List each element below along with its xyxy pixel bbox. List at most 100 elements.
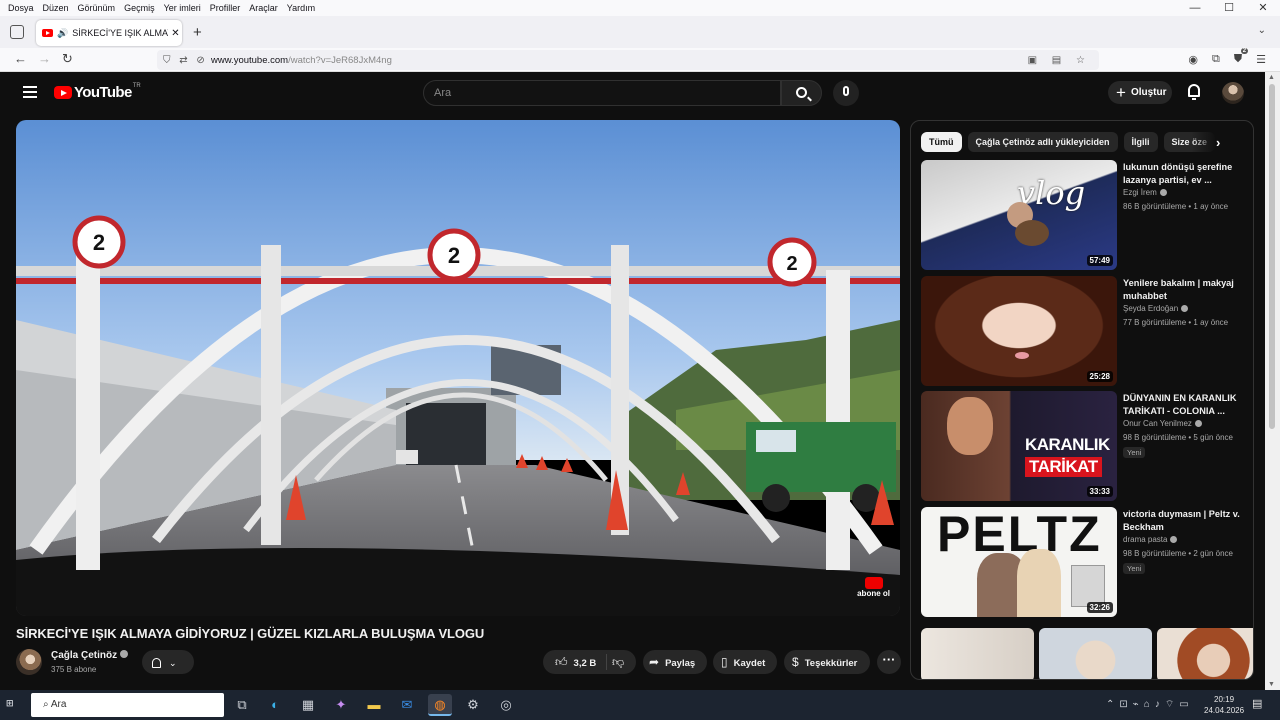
super-thanks-icon: $ [792,655,799,669]
recommendation-channel-row[interactable]: Onur Can Yenilmez [1123,419,1202,428]
firefox-icon[interactable]: ◍ [428,694,452,716]
screen-recorder-icon[interactable]: ◎ [494,694,518,716]
recommendation-item[interactable]: vlog 57:49 lukunun dönüşü şerefine lazan… [921,160,1251,270]
forward-icon[interactable]: → [38,51,51,66]
list-all-tabs-icon[interactable]: ⌄ [1258,25,1266,36]
thanks-button[interactable]: $ Teşekkürler [784,650,870,674]
youtube-header: YouTube TR Ara + Oluştur [0,72,1280,114]
video-player[interactable]: 2 2 2 abone ol [16,120,900,616]
recommendation-item[interactable]: PELTZ 32:26 victoria duymasın | Peltz v.… [921,507,1251,617]
ublock-icon[interactable]: ⛊ 2 [1234,48,1249,66]
save-button[interactable]: ▯ Kaydet [713,650,777,674]
url-bar[interactable]: ⛉ ⇄ ⊘ www.youtube.com /watch?v=JeR68JxM4… [157,50,1099,70]
clock[interactable]: 20:19 24.04.2026 [1204,694,1244,716]
tab-list-icon[interactable] [10,25,24,39]
menu-view[interactable]: Görünüm [74,3,121,13]
video-thumbnail[interactable]: KARANLIK TARİKAT 33:33 [921,391,1117,501]
channel-name[interactable]: Çağla Çetinöz [51,650,117,661]
maximize-button[interactable]: ☐ [1212,0,1246,16]
close-tab-icon[interactable]: ✕ [171,28,179,39]
notifications-icon[interactable] [1188,84,1200,100]
recommendation-title[interactable]: DÜNYANIN EN KARANLIK TARİKATI - COLONIA … [1123,392,1247,417]
user-avatar[interactable] [1222,82,1244,104]
guide-menu-icon[interactable] [23,86,37,98]
scroll-up-icon[interactable]: ▲ [1268,74,1275,81]
chevron-right-icon[interactable]: › [1216,135,1220,150]
start-button[interactable]: ⊞ [6,698,14,709]
system-tray-icons[interactable]: ⌃⊡⌁⌂♪⌔▭ [1106,698,1194,711]
browser-tab-active[interactable]: 🔊 SİRKECİ'YE IŞIK ALMAYA Gİ ✕ [36,20,182,46]
svg-text:2: 2 [448,243,460,268]
new-tab-button[interactable]: + [193,24,202,41]
extensions-icon[interactable]: ⧉ [1212,53,1220,66]
short-thumbnail[interactable] [1157,628,1253,679]
speaker-icon[interactable]: 🔊 [57,28,68,39]
chip-from-uploader[interactable]: Çağla Çetinöz adlı yükleyiciden [967,132,1118,152]
share-icon: ➦ [649,655,660,669]
account-icon[interactable]: ◉ [1188,53,1198,66]
mail-icon[interactable]: ✉ [395,694,419,716]
page-scrollbar[interactable]: ▲ ▼ [1265,72,1280,690]
reload-icon[interactable]: ↻ [62,51,73,67]
menu-edit[interactable]: Düzen [39,3,74,13]
close-window-button[interactable]: ✕ [1246,0,1280,16]
recommendation-channel-row[interactable]: Şeyda Erdoğan [1123,304,1189,313]
taskbar-search-input[interactable]: ⌕ Ara [31,693,224,717]
menu-bookmarks[interactable]: Yer imleri [160,3,206,13]
scrollbar-thumb[interactable] [1269,84,1275,429]
recommendation-item[interactable]: KARANLIK TARİKAT 33:33 DÜNYANIN EN KARAN… [921,391,1251,501]
edge-icon[interactable]: ◐ [263,694,287,716]
video-duration: 57:49 [1086,255,1113,266]
thumbnail-cat [1015,220,1049,246]
subscribe-watermark[interactable]: abone ol [857,577,890,598]
taskbar: ⊞ ⌕ Ara ⧉ ◐ ▦ ✦ ▬ ✉ ◍ ⚙ ◎ ⌃⊡⌁⌂♪⌔▭ 20:19 … [0,690,1280,720]
menu-file[interactable]: Dosya [0,3,39,13]
search-input[interactable]: Ara [423,80,781,106]
recommendation-title[interactable]: lukunun dönüşü şerefine lazanya partisi,… [1123,161,1247,186]
window-controls: — ☐ ✕ [1178,0,1280,16]
file-explorer-icon[interactable]: ▬ [362,694,386,716]
svg-text:2: 2 [786,253,797,275]
recommendation-channel-row[interactable]: drama pasta [1123,535,1178,544]
menu-tools[interactable]: Araçlar [245,3,283,13]
short-thumbnail[interactable] [921,628,1034,679]
settings-icon[interactable]: ⚙ [461,694,485,716]
channel-avatar[interactable] [16,649,42,675]
thumbs-down-icon[interactable]: 👎︎ [612,650,624,674]
youtube-logo[interactable]: YouTube TR [54,83,141,101]
recommendation-title[interactable]: Yenilere bakalım | makyaj muhabbet [1123,277,1247,302]
app-menu-icon[interactable]: ☰ [1256,53,1266,66]
task-view-icon[interactable]: ⧉ [230,694,254,716]
recommendation-item[interactable]: 25:28 Yenilere bakalım | makyaj muhabbet… [921,276,1251,386]
copilot-icon[interactable]: ✦ [329,694,353,716]
minimize-button[interactable]: — [1178,0,1212,16]
channel-name-row[interactable]: Çağla Çetinöz [51,650,129,661]
scroll-down-icon[interactable]: ▼ [1268,681,1275,688]
notifications-center-icon[interactable]: ▤ [1252,697,1262,710]
recommendation-channel: Ezgi İrem [1123,188,1157,197]
recommendation-channel-row[interactable]: Ezgi İrem [1123,188,1167,197]
share-button[interactable]: ➦ Paylaş [643,650,707,674]
thumbnail-person [947,397,993,455]
back-icon[interactable]: ← [14,51,27,66]
site-info-icon[interactable]: ⛉ ⇄ ⊘ [157,55,211,66]
short-thumbnail[interactable] [1039,628,1152,679]
voice-search-button[interactable] [833,80,859,106]
subscription-bell-button[interactable]: ⌄ [142,650,194,674]
video-thumbnail[interactable]: PELTZ 32:26 [921,507,1117,617]
youtube-favicon-icon [42,29,53,37]
more-actions-button[interactable]: ··· [877,650,901,674]
menu-history[interactable]: Geçmiş [120,3,160,13]
chip-all[interactable]: Tümü [921,132,962,152]
video-thumbnail[interactable]: vlog 57:49 [921,160,1117,270]
menu-help[interactable]: Yardım [283,3,320,13]
chevron-down-icon: ⌄ [169,657,177,668]
chip-related[interactable]: İlgili [1123,132,1158,152]
search-button[interactable] [781,80,822,106]
store-icon[interactable]: ▦ [296,694,320,716]
recommendation-title[interactable]: victoria duymasın | Peltz v. Beckham [1123,508,1247,533]
create-button[interactable]: + Oluştur [1108,81,1172,104]
menu-profiles[interactable]: Profiller [206,3,246,13]
page-actions-icon[interactable]: ▣ ▤ ☆ [1028,55,1091,66]
video-thumbnail[interactable]: 25:28 [921,276,1117,386]
